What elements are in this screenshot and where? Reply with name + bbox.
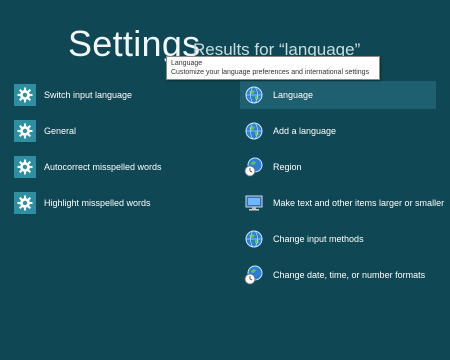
gear-icon (14, 120, 36, 142)
gear-icon (14, 192, 36, 214)
result-add-a-language[interactable]: Add a language (243, 119, 336, 143)
result-general[interactable]: General (14, 119, 76, 143)
result-language[interactable]: Language (240, 81, 436, 109)
result-switch-input-language[interactable]: Switch input language (14, 83, 132, 107)
globe-clock-icon (243, 264, 265, 286)
result-label: Change date, time, or number formats (273, 270, 426, 280)
result-autocorrect-misspelled-words[interactable]: Autocorrect misspelled words (14, 155, 162, 179)
result-region[interactable]: Region (243, 155, 302, 179)
tooltip-description: Customize your language preferences and … (171, 69, 370, 76)
result-change-input-methods[interactable]: Change input methods (243, 227, 364, 251)
result-label: Switch input language (44, 90, 133, 100)
result-label: Highlight misspelled words (44, 198, 151, 208)
gear-icon (14, 156, 36, 178)
globe-icon (243, 228, 265, 250)
globe-icon (243, 84, 265, 106)
globe-clock-icon (243, 156, 265, 178)
globe-icon (243, 120, 265, 142)
result-label: Region (273, 162, 302, 172)
gear-icon (14, 84, 36, 106)
tooltip-title: Language (171, 60, 203, 67)
result-label: Add a language (273, 126, 337, 136)
result-make-text-larger-or-smaller[interactable]: Make text and other items larger or smal… (243, 191, 444, 215)
monitor-icon (243, 192, 265, 214)
result-label: Change input methods (273, 234, 364, 244)
result-label: Language (273, 90, 314, 100)
result-change-date-time-number-formats[interactable]: Change date, time, or number formats (243, 263, 425, 287)
result-label: Autocorrect misspelled words (44, 162, 162, 172)
result-label: General (44, 126, 77, 136)
result-label: Make text and other items larger or smal… (273, 198, 445, 208)
tooltip: Language Customize your language prefere… (166, 56, 380, 80)
result-highlight-misspelled-words[interactable]: Highlight misspelled words (14, 191, 151, 215)
